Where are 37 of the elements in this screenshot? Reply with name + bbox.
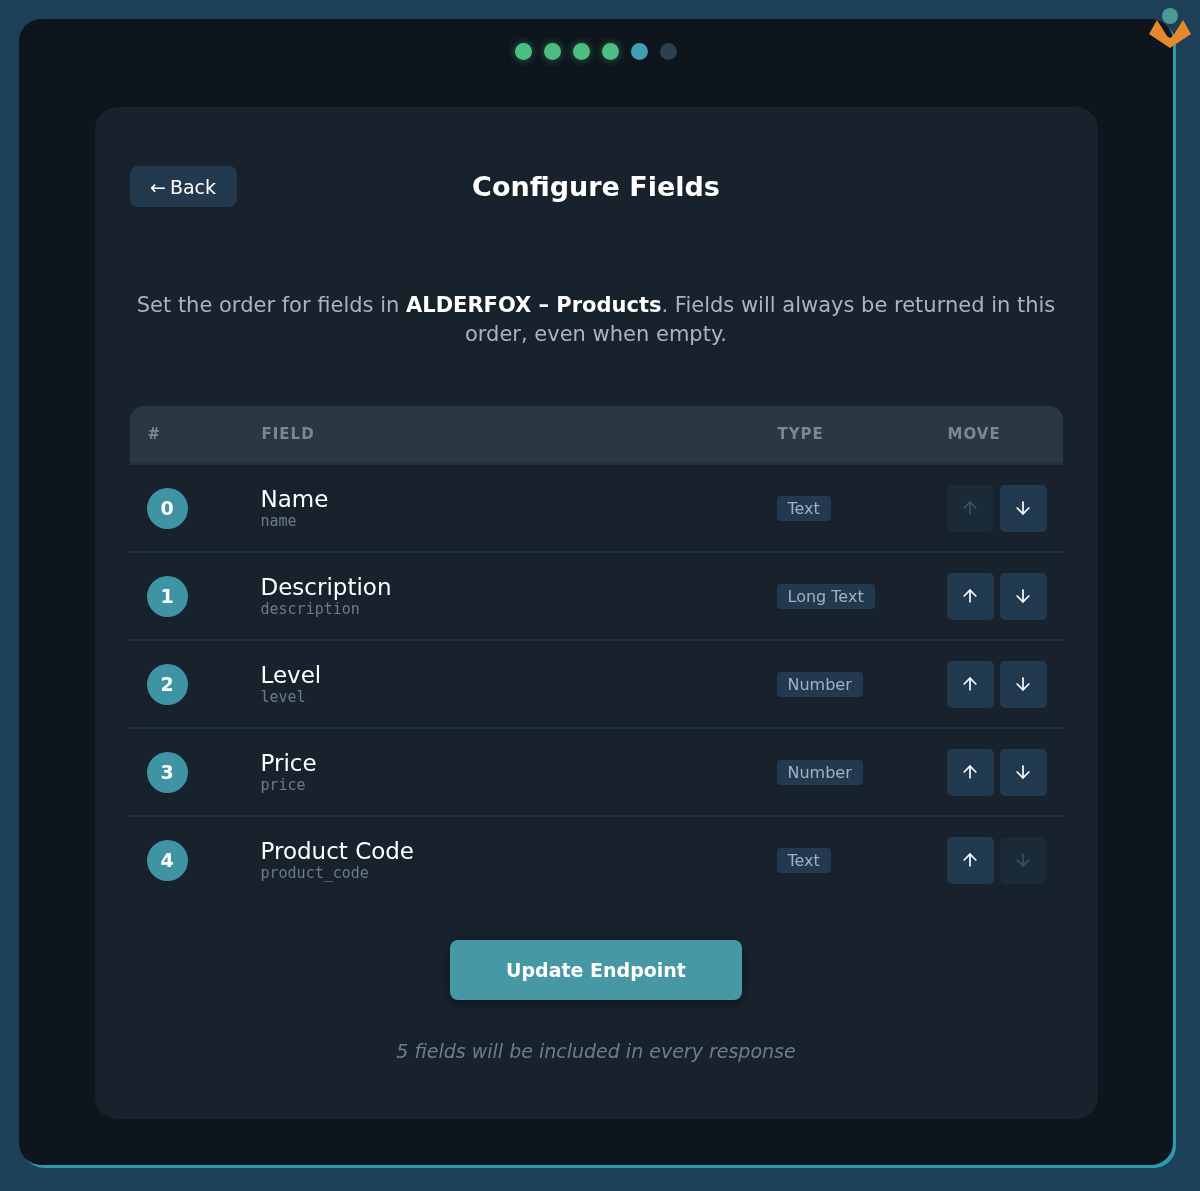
move-down-button[interactable] — [999, 484, 1047, 532]
field-name: Level — [260, 662, 323, 688]
column-header: MOVE — [947, 425, 1002, 443]
column-header: TYPE — [777, 425, 825, 443]
type-tag: Number — [776, 759, 863, 785]
description-text: Set the order for fields in ALDERFOX – Products. Fields will always be returned in this order, even when empty. — [135, 292, 1057, 348]
type-tag: Text — [776, 847, 831, 873]
field-name: Name — [260, 486, 330, 512]
column-header: # — [147, 425, 163, 443]
move-down-button[interactable] — [999, 660, 1047, 708]
field-key: product_code — [260, 864, 777, 882]
index-badge: 4 — [146, 839, 188, 881]
type-tag: Long Text — [776, 583, 875, 609]
move-up-button[interactable] — [946, 660, 994, 708]
field-name: Description — [260, 574, 393, 600]
type-tag: Number — [776, 671, 863, 697]
move-down-button[interactable] — [999, 572, 1047, 620]
back-button[interactable]: ← Back — [129, 166, 237, 207]
column-header: FIELD — [261, 425, 316, 443]
index-badge: 3 — [146, 751, 188, 793]
index-badge: 0 — [146, 487, 188, 529]
logo-icon — [1147, 8, 1193, 50]
page-title: Configure Fields — [472, 171, 720, 202]
field-name: Product Code — [260, 838, 416, 864]
field-name: Price — [260, 750, 318, 776]
field-key: price — [260, 776, 777, 794]
footer-note: 5 fields will be included in every response — [395, 1040, 797, 1062]
index-badge: 1 — [146, 575, 188, 617]
move-up-button[interactable] — [946, 748, 994, 796]
move-up-button[interactable] — [946, 836, 994, 884]
field-key: description — [260, 600, 777, 618]
index-badge: 2 — [146, 663, 188, 705]
type-tag: Text — [776, 495, 831, 521]
move-down-button[interactable] — [999, 748, 1047, 796]
move-up-button[interactable] — [946, 572, 994, 620]
field-key: level — [260, 688, 777, 706]
field-key: name — [260, 512, 777, 530]
